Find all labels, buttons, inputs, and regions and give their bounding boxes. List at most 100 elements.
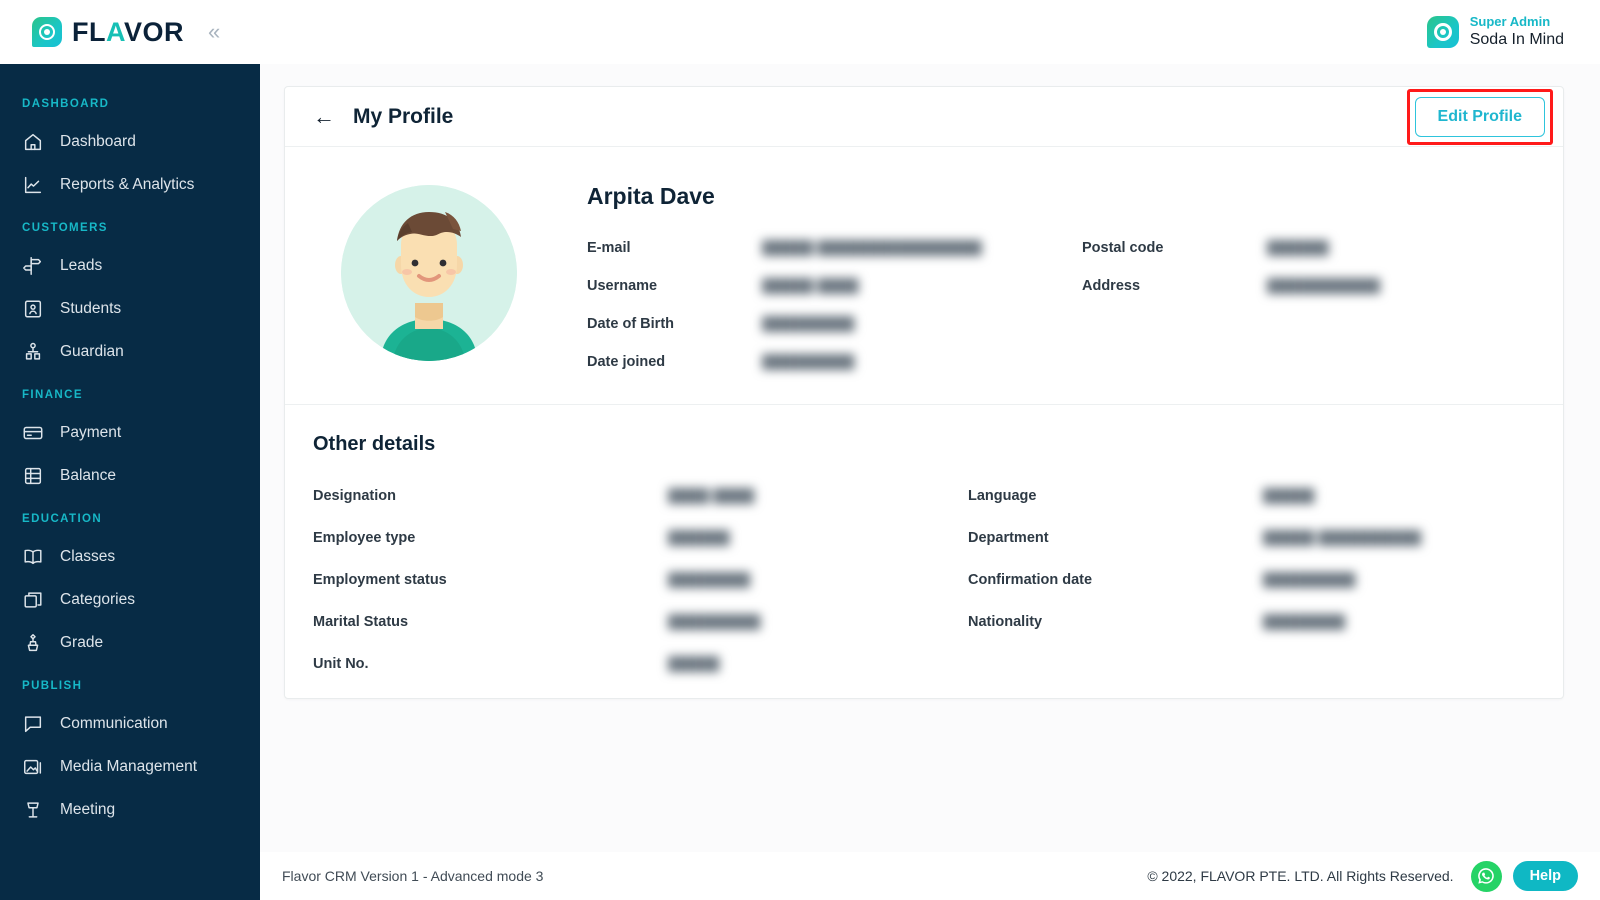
field-label: Address <box>1082 278 1141 294</box>
sidebar-item-leads[interactable]: Leads <box>0 244 260 287</box>
sidebar-logo-bar: FLAVOR « <box>0 0 260 64</box>
content-scroll-area: ← My Profile Edit Profile Arpita Dave E-… <box>260 64 1600 852</box>
id-card-icon <box>22 298 44 320</box>
field-value-redacted: ███████████ <box>1267 278 1381 294</box>
profile-details: Arpita Dave E-mail █████ ███████████████… <box>587 177 1535 370</box>
nav-section-label-education: EDUCATION <box>22 513 103 525</box>
open-book-icon <box>22 546 44 568</box>
brand-name-part1: FL <box>72 16 106 47</box>
profile-card-header: ← My Profile Edit Profile <box>285 87 1563 147</box>
field-value-redacted: ████████ <box>668 572 751 588</box>
sidebar-item-guardian[interactable]: Guardian <box>0 330 260 373</box>
field-label: Designation <box>313 488 396 504</box>
nav-section-label-publish: PUBLISH <box>22 680 83 692</box>
field-label: Date of Birth <box>587 316 674 332</box>
sidebar-item-balance[interactable]: Balance <box>0 454 260 497</box>
user-role: Super Admin <box>1469 13 1551 29</box>
user-info: Super Admin Soda In Mind <box>1470 14 1564 50</box>
profile-field-grid: E-mail █████ ████████████████ Postal cod… <box>587 240 1535 370</box>
sidebar-item-label: Communication <box>60 714 168 732</box>
sidebar-item-label: Media Management <box>60 757 197 775</box>
sidebar-item-label: Balance <box>60 466 117 484</box>
main-area: Super Admin Soda In Mind ← My Profile Ed… <box>260 0 1600 900</box>
nav-section-label-customers: CUSTOMERS <box>22 222 108 234</box>
field-label: Employment status <box>313 572 447 588</box>
sidebar-item-dashboard[interactable]: Dashboard <box>0 120 260 163</box>
signpost-icon <box>22 255 44 277</box>
award-icon <box>22 632 44 654</box>
credit-card-icon <box>22 422 44 444</box>
profile-card: ← My Profile Edit Profile Arpita Dave E-… <box>284 86 1564 699</box>
field-value-redacted: █████ ██████████ <box>1263 530 1422 546</box>
field-value-redacted: █████ ████ <box>762 278 859 294</box>
footer: Flavor CRM Version 1 - Advanced mode 3 ©… <box>260 852 1600 900</box>
page-title: My Profile <box>353 104 454 128</box>
profile-card-body: Arpita Dave E-mail █████ ███████████████… <box>285 147 1563 404</box>
sidebar-item-label: Students <box>60 299 122 317</box>
sidebar-item-students[interactable]: Students <box>0 287 260 330</box>
footer-version-text: Flavor CRM Version 1 - Advanced mode 3 <box>282 868 544 884</box>
nav-section-label-finance: FINANCE <box>22 389 83 401</box>
sidebar-item-label: Classes <box>60 547 116 565</box>
field-label: Language <box>968 488 1037 504</box>
help-button[interactable]: Help <box>1512 861 1578 891</box>
brand-name-part2: VOR <box>124 16 185 47</box>
sidebar-item-grade[interactable]: Grade <box>0 621 260 664</box>
brand-wordmark: FLAVOR <box>72 17 184 48</box>
ledger-icon <box>22 465 44 487</box>
field-value-redacted: █████████ <box>762 316 855 332</box>
sidebar-item-communication[interactable]: Communication <box>0 702 260 745</box>
sidebar-item-media-management[interactable]: Media Management <box>0 745 260 788</box>
sidebar-item-label: Grade <box>60 633 104 651</box>
field-label: Marital Status <box>313 614 409 630</box>
field-label: Username <box>587 278 658 294</box>
sidebar-item-label: Guardian <box>60 342 124 360</box>
field-value-redacted: ████ ████ <box>668 488 755 504</box>
field-label: Unit No. <box>313 656 369 672</box>
footer-copyright: © 2022, FLAVOR PTE. LTD. All Rights Rese… <box>1147 868 1454 884</box>
edit-profile-button[interactable]: Edit Profile <box>1414 96 1545 137</box>
field-value-redacted: █████ ████████████████ <box>762 240 982 256</box>
flavor-leaf-logo-icon[interactable] <box>32 17 62 47</box>
sidebar: FLAVOR « DASHBOARD Dashboard Reports & A… <box>0 0 260 900</box>
sidebar-item-label: Payment <box>60 423 122 441</box>
sidebar-item-reports-analytics[interactable]: Reports & Analytics <box>0 163 260 206</box>
field-label: Department <box>968 530 1049 546</box>
field-value-redacted: █████ <box>1263 488 1315 504</box>
field-value-redacted: █████████ <box>1263 572 1356 588</box>
other-details-title: Other details <box>313 433 436 455</box>
sidebar-item-label: Dashboard <box>60 132 136 150</box>
field-value-redacted: █████████ <box>668 614 761 630</box>
field-value-redacted: █████ <box>668 656 720 672</box>
app-root: FLAVOR « DASHBOARD Dashboard Reports & A… <box>0 0 1600 900</box>
user-menu[interactable]: Super Admin Soda In Mind <box>1426 14 1564 50</box>
user-name: Soda In Mind <box>1469 31 1564 49</box>
user-illustration-avatar <box>341 185 517 361</box>
sidebar-nav: DASHBOARD Dashboard Reports & Analytics … <box>0 64 260 831</box>
home-icon <box>22 131 44 153</box>
field-label: Postal code <box>1082 240 1164 256</box>
field-value-redacted: █████████ <box>762 354 855 370</box>
header-left-group: ← My Profile <box>313 105 453 129</box>
sidebar-item-categories[interactable]: Categories <box>0 578 260 621</box>
sidebar-item-label: Meeting <box>60 800 116 818</box>
field-label: Confirmation date <box>968 572 1093 588</box>
brand-name-accent: A <box>106 16 124 47</box>
sidebar-item-meeting[interactable]: Meeting <box>0 788 260 831</box>
sidebar-item-label: Categories <box>60 590 135 608</box>
other-details-grid: Designation ████ ████ Language █████ Emp… <box>313 488 1535 672</box>
sidebar-item-classes[interactable]: Classes <box>0 535 260 578</box>
whatsapp-icon[interactable] <box>1470 860 1502 892</box>
guardian-icon <box>22 341 44 363</box>
sidebar-item-label: Leads <box>60 256 103 274</box>
field-label: Nationality <box>968 614 1043 630</box>
chart-line-icon <box>22 174 44 196</box>
sidebar-item-label: Reports & Analytics <box>60 175 195 193</box>
edit-profile-highlight: Edit Profile <box>1406 88 1553 145</box>
nav-section-label-dashboard: DASHBOARD <box>22 98 110 110</box>
arrow-left-icon[interactable]: ← <box>313 105 335 128</box>
sidebar-item-payment[interactable]: Payment <box>0 411 260 454</box>
field-value-redacted: ██████ <box>668 530 730 546</box>
chevron-double-left-icon[interactable]: « <box>208 21 220 43</box>
field-label: Employee type <box>313 530 416 546</box>
